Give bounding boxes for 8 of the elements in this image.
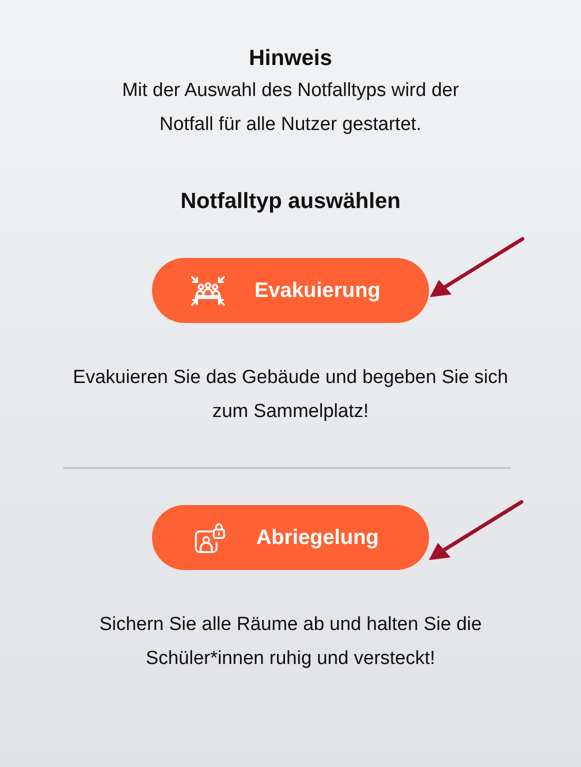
option-description: Sichern Sie alle Räume ab und halten Sie die Schüler*innen ruhig und versteckt! xyxy=(98,613,483,671)
section-title: Notfalltyp auswählen xyxy=(180,187,401,215)
emergency-type-button[interactable]: Evakuierung xyxy=(152,258,429,323)
people-gathering-icon xyxy=(190,274,226,306)
option-description: Evakuieren Sie das Gebäude und begeben Sie sich zum Sammelplatz! xyxy=(72,366,510,424)
emergency-type-button[interactable]: Abriegelung xyxy=(152,505,429,570)
notice-text: Mit der Auswahl des Notfalltyps wird der Notfall für alle Nutzer gestartet. xyxy=(121,79,460,137)
notice-title: Hinweis xyxy=(248,44,332,72)
